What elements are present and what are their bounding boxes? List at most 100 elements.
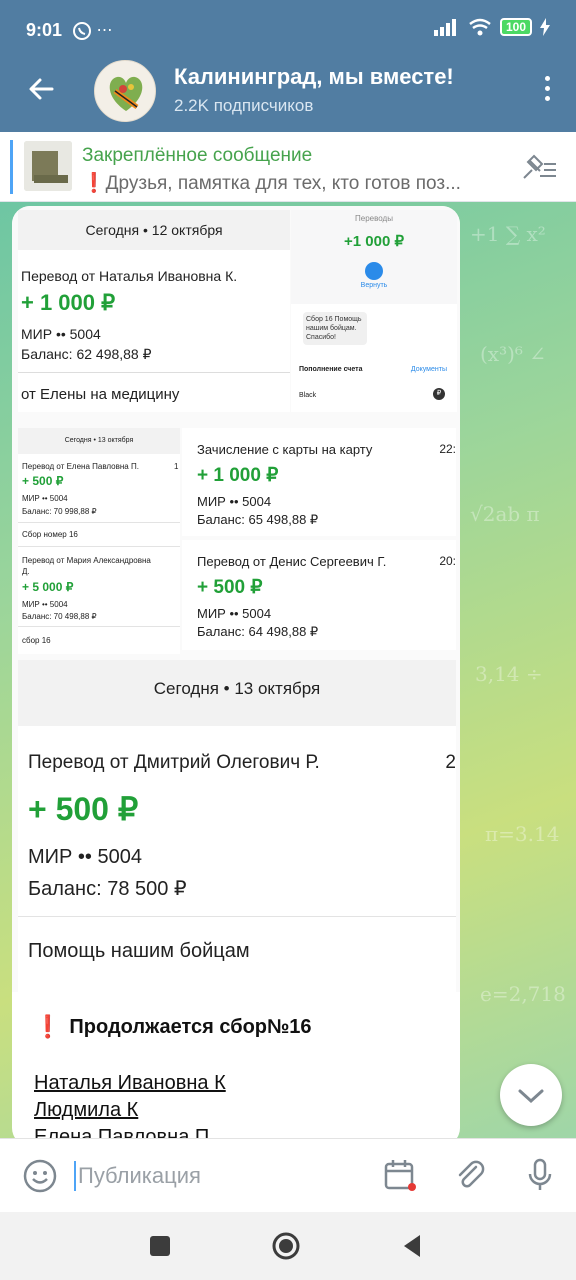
- screen-details: Сбор 16 Помощь нашим бойцам. Спасибо! По…: [291, 304, 457, 412]
- balance: Баланс: 65 498,88 ₽: [197, 512, 319, 527]
- screenshot-album[interactable]: Сегодня • 12 октября Перевод от Наталья …: [12, 206, 460, 992]
- message-input[interactable]: Публикация: [78, 1163, 201, 1189]
- status-time: 9:01: [26, 20, 63, 40]
- message-bubble[interactable]: Сегодня • 12 октября Перевод от Наталья …: [12, 206, 460, 1138]
- emoji-icon[interactable]: [22, 1158, 58, 1194]
- date-header: Сегодня • 13 октября: [18, 428, 180, 454]
- message-caption: ❗ Продолжается сбор№16 Наталья Ивановна …: [34, 1014, 444, 1138]
- channel-title[interactable]: Калининград, мы вместе!: [174, 64, 499, 90]
- transfer-note: Сбор номер 16: [22, 530, 78, 539]
- chat-area[interactable]: +1 ∑ x² (x³)⁶ ∠ √2ab π 3,14 ÷ π=3.14 e=2…: [0, 202, 576, 1138]
- divider: [18, 916, 456, 917]
- chat-header: Калининград, мы вместе! 2.2K подписчиков: [0, 50, 576, 132]
- transfer-time: 20:: [439, 554, 456, 568]
- transfer-sender: Перевод от Елена Павловна П.: [22, 462, 139, 471]
- card-number: МИР •• 5004: [28, 846, 142, 868]
- card-number: МИР •• 5004: [197, 494, 272, 509]
- viber-icon: [73, 21, 91, 40]
- attach-icon[interactable]: [452, 1157, 488, 1193]
- card-number: МИР •• 5004: [22, 494, 68, 503]
- transfer-title: Перевод от Денис Сергеевич Г.: [197, 554, 387, 569]
- divider: [18, 522, 180, 523]
- date-header: Сегодня • 13 октября: [18, 660, 456, 726]
- status-right: 100: [433, 18, 550, 36]
- system-nav-bar: [0, 1212, 576, 1280]
- transfer-time: 1: [174, 462, 179, 471]
- subscriber-count: 2.2K подписчиков: [174, 96, 314, 115]
- pin-list-icon[interactable]: [520, 152, 558, 182]
- transfer-sender: Перевод от Дмитрий Олегович Р.: [28, 752, 320, 773]
- wallpaper-pattern: +1 ∑ x²: [470, 222, 546, 246]
- photo-3[interactable]: Сегодня • 13 октября Перевод от Елена Па…: [18, 428, 180, 654]
- wifi-icon: [469, 18, 491, 36]
- balance: Баланс: 70 998,88 ₽: [22, 507, 97, 516]
- card-number: МИР •• 5004: [197, 606, 272, 621]
- transfer-amount: + 1 000 ₽: [197, 465, 279, 486]
- divider: [18, 372, 290, 373]
- balance: Баланс: 70 498,88 ₽: [22, 612, 97, 621]
- battery-indicator: 100: [499, 18, 532, 36]
- donor-name[interactable]: Наталья Ивановна К: [34, 1070, 444, 1097]
- more-menu-icon[interactable]: [542, 76, 552, 106]
- back-arrow-icon[interactable]: [24, 72, 58, 106]
- divider: [18, 546, 180, 547]
- pinned-message-bar[interactable]: Закреплённое сообщение ❗Друзья, памятка …: [0, 132, 576, 202]
- transfer-amount: + 500 ₽: [28, 791, 139, 827]
- date-header: Сегодня • 12 октября: [18, 210, 290, 250]
- transfer-amount: + 500 ₽: [22, 474, 64, 488]
- more-notifications-icon: ⋯: [96, 22, 113, 39]
- wallpaper-pattern-2: (x³)⁶ ∠: [480, 342, 547, 366]
- transfer-note: от Елены на медицину: [21, 386, 180, 403]
- message-input-bar: Публикация: [0, 1138, 576, 1212]
- wallpaper-pattern-3: √2ab π: [470, 502, 540, 526]
- transfer-message: Сбор 16 Помощь нашим бойцам. Спасибо!: [303, 312, 367, 345]
- home-icon[interactable]: [270, 1230, 302, 1262]
- pinned-thumbnail: [24, 141, 72, 191]
- transfer-amount: + 500 ₽: [197, 577, 263, 598]
- transfer-amount: + 1 000 ₽: [21, 290, 116, 315]
- pinned-text-content: Друзья, памятка для тех, кто готов поз..…: [105, 173, 461, 194]
- photo-6[interactable]: Сегодня • 13 октября Перевод от Дмитрий …: [18, 660, 456, 992]
- balance: Баланс: 62 498,88 ₽: [21, 346, 152, 362]
- exclamation-icon: ❗: [34, 1014, 62, 1039]
- transfer-note: Помощь нашим бойцам: [28, 940, 250, 962]
- screen-header: Переводы: [355, 214, 393, 223]
- card-number: МИР •• 5004: [21, 326, 101, 342]
- transfer-sender: Перевод от Наталья Ивановна К.: [21, 268, 238, 284]
- photo-5[interactable]: Перевод от Денис Сергеевич Г. 20: + 500 …: [182, 540, 456, 650]
- microphone-icon[interactable]: [522, 1157, 558, 1193]
- card-number: МИР •• 5004: [22, 600, 68, 609]
- photo-2[interactable]: Переводы +1 000 ₽ Вернуть Сбор 16 Помощь…: [291, 210, 457, 412]
- channel-avatar[interactable]: [94, 60, 156, 122]
- photo-1[interactable]: Сегодня • 12 октября Перевод от Наталья …: [18, 210, 290, 412]
- charging-icon: [540, 18, 550, 36]
- caption-title: ❗ Продолжается сбор№16: [34, 1014, 444, 1040]
- wallpaper-pattern-5: π=3.14: [485, 822, 560, 846]
- transfer-time: 2: [445, 752, 456, 773]
- transfer-note: сбор 16: [22, 636, 51, 645]
- wallpaper-pattern-6: e=2,718: [480, 982, 566, 1006]
- donor-list: Наталья Ивановна К Людмила К Елена Павло…: [34, 1070, 444, 1138]
- photo-4[interactable]: Зачисление с карты на карту 22: + 1 000 …: [182, 428, 456, 536]
- transfer-time: 22:: [439, 442, 456, 456]
- chevron-down-icon: [518, 1089, 544, 1104]
- balance: Баланс: 64 498,88 ₽: [197, 624, 319, 639]
- recents-icon[interactable]: [144, 1230, 176, 1262]
- account-label: Пополнение счета: [299, 366, 363, 373]
- schedule-icon[interactable]: [382, 1157, 418, 1193]
- pinned-indicator: [10, 140, 13, 194]
- documents-link: Документы: [410, 366, 447, 373]
- transfer-amount: +1 000 ₽: [343, 233, 404, 250]
- scroll-down-button[interactable]: [500, 1064, 562, 1126]
- transfer-title: Зачисление с карты на карту: [197, 442, 373, 457]
- card-name: Black: [299, 392, 317, 399]
- donor-name[interactable]: Елена Павловна П: [34, 1124, 444, 1138]
- donor-name[interactable]: Людмила К: [34, 1097, 444, 1124]
- status-notification-icons: ⋯: [72, 20, 112, 41]
- pinned-title: Закреплённое сообщение: [82, 145, 313, 166]
- signal-icon: [433, 19, 456, 36]
- text-cursor: [74, 1161, 76, 1191]
- back-nav-icon[interactable]: [396, 1230, 428, 1262]
- caption-title-text: Продолжается сбор№16: [69, 1015, 312, 1038]
- ruble-icon: ₽: [433, 388, 445, 400]
